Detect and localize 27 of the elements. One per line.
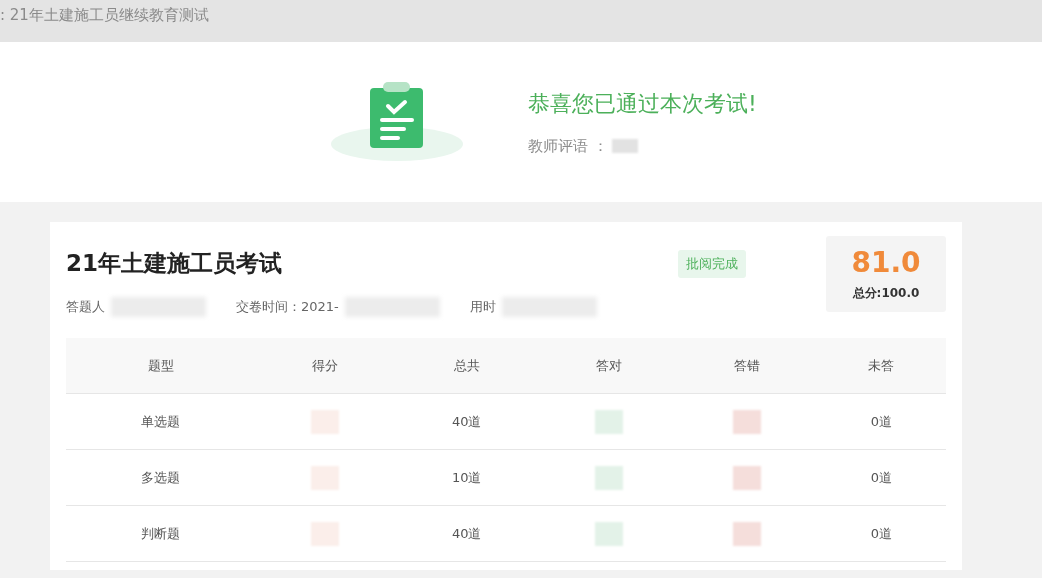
comment-label: 教师评语 ： (528, 136, 608, 156)
blurred-value (611, 139, 638, 153)
column-header: 总共 (393, 338, 540, 394)
column-header: 题型 (66, 338, 256, 394)
page-title: : 21年土建施工员继续教育测试 (0, 5, 209, 25)
status-badge: 批阅完成 (678, 250, 746, 278)
success-message: 恭喜您已通过本次考试! (528, 89, 757, 118)
table-cell: 0道 (816, 449, 946, 506)
table-cell: 10道 (393, 449, 540, 506)
meta-label: 用时 (469, 298, 496, 316)
column-header: 答对 (539, 338, 679, 394)
table-cell: 0道 (816, 393, 946, 450)
column-header: 未答 (816, 338, 946, 394)
table-cell: 0道 (816, 505, 946, 562)
meta-label: 答题人 (66, 298, 105, 316)
column-header: 答错 (678, 338, 817, 394)
exam-title: 21年土建施工员考试 (66, 249, 283, 278)
table-cell: 40道 (393, 393, 540, 450)
clipboard-check-icon (330, 82, 464, 162)
table-cell: 多选题 (66, 449, 256, 506)
total-score: 总分:100.0 (852, 285, 920, 302)
table-cell: 单选题 (66, 393, 256, 450)
table-cell: 40道 (393, 505, 540, 562)
table-cell: 判断题 (66, 505, 256, 562)
column-header: 得分 (255, 338, 394, 394)
meta-label: 交卷时间：2021- (236, 298, 339, 316)
score-value: 81.0 (851, 246, 921, 279)
